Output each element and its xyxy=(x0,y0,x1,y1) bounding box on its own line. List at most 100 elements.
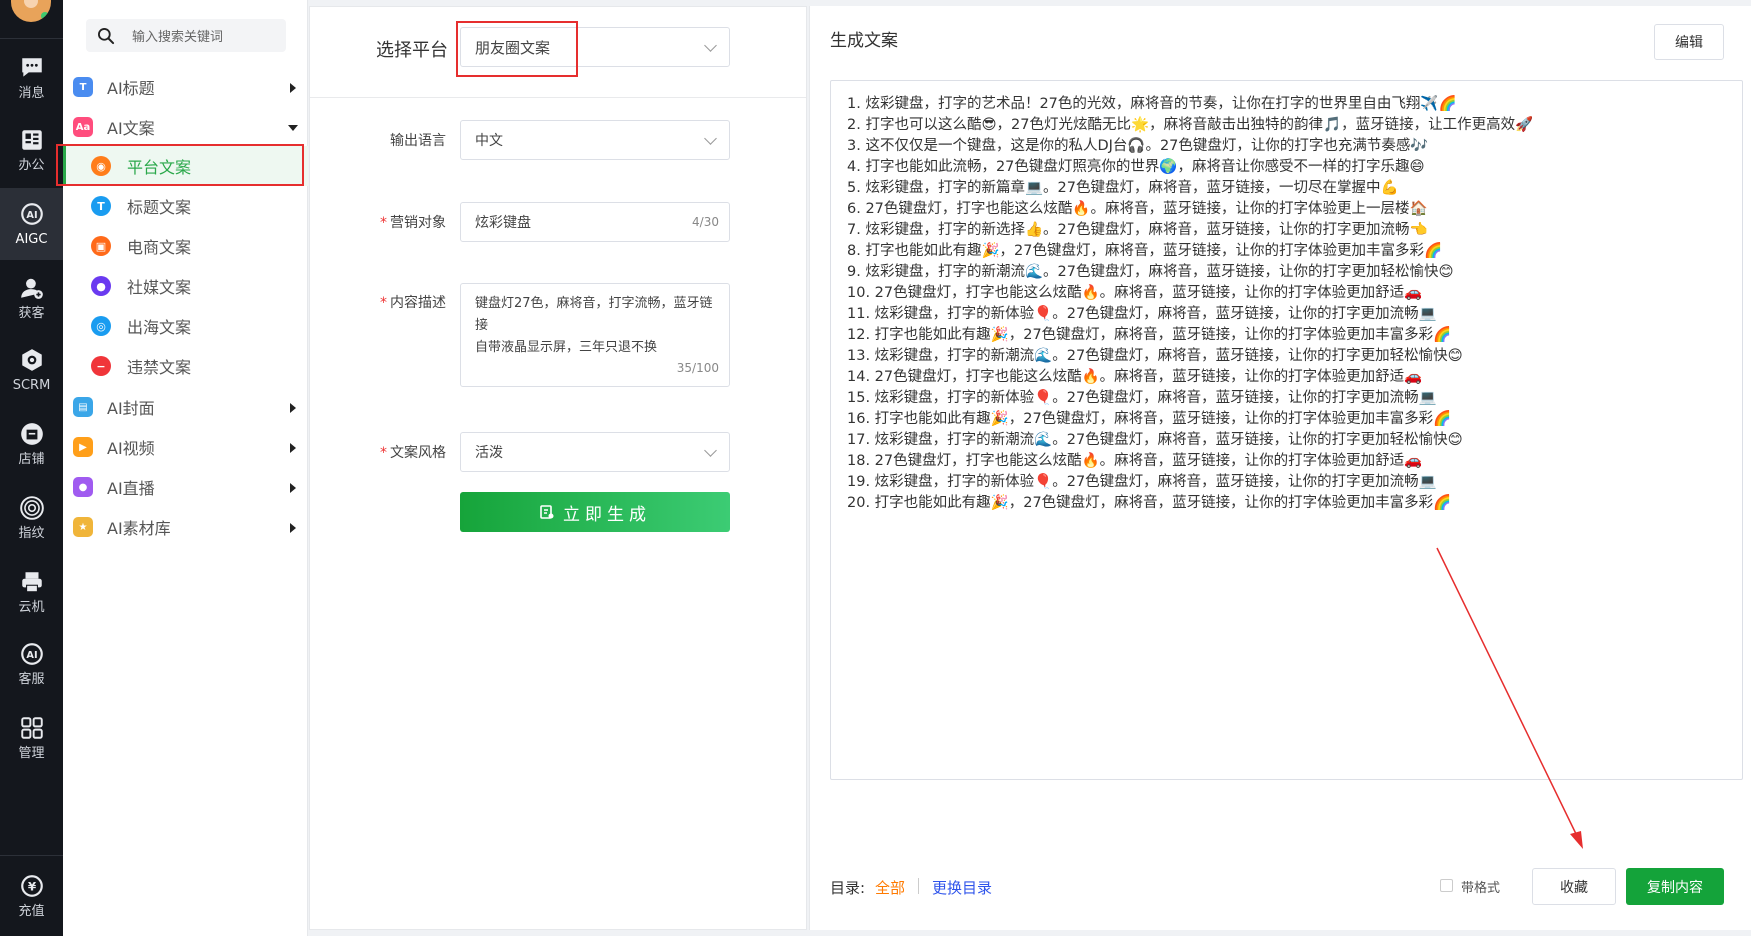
result-line: 12. 打字也能如此有趣🎉，27色键盘灯，麻将音，蓝牙链接，让你的打字体验更加丰… xyxy=(847,327,1452,343)
store-icon: ▣ xyxy=(91,236,111,256)
target-input[interactable]: 炫彩键盘 4/30 xyxy=(460,202,730,242)
menu-ai-live[interactable]: ● AI直播 xyxy=(63,467,308,507)
search-input[interactable]: 输入搜索关键词 xyxy=(86,19,286,52)
highlight-box-submenu xyxy=(56,144,304,186)
menu-ai-cover[interactable]: ▤ AI封面 xyxy=(63,387,308,427)
submenu-social-copy[interactable]: ● 社媒文案 xyxy=(63,266,308,306)
rail-label: 充值 xyxy=(18,904,45,919)
result-line: 17. 炫彩键盘，打字的新潮流🌊。27色键盘灯，麻将音，蓝牙链接，让你的打字更加… xyxy=(847,432,1463,448)
rail-label: SCRM xyxy=(12,378,51,393)
submenu-ecommerce-copy[interactable]: ▣ 电商文案 xyxy=(63,226,308,266)
rail-label: 办公 xyxy=(18,158,45,173)
rail-item-customers[interactable]: 获客 xyxy=(0,262,63,334)
copy-button[interactable]: 复制内容 xyxy=(1626,868,1724,905)
submenu-label: 违禁文案 xyxy=(127,358,192,377)
style-select[interactable]: 活泼 xyxy=(460,432,730,472)
language-select[interactable]: 中文 xyxy=(460,120,730,160)
online-status-dot xyxy=(41,12,49,20)
search-icon xyxy=(98,27,115,44)
caret-right-icon xyxy=(290,403,296,413)
result-line: 15. 炫彩键盘，打字的新体验🎈。27色键盘灯，麻将音，蓝牙链接，让你的打字更加… xyxy=(847,390,1437,406)
submenu-label: 社媒文案 xyxy=(127,278,192,297)
result-content[interactable]: 1. 炫彩键盘，打字的艺术品！27色的光效，麻将音的节奏，让你在打字的世界里自由… xyxy=(830,80,1743,780)
rail-item-recharge[interactable]: ¥ 充值 xyxy=(0,860,63,932)
ai-icon: AI xyxy=(20,203,43,225)
menu-ai-video[interactable]: ▶ AI视频 xyxy=(63,427,308,467)
desc-label: * 内容描述 xyxy=(380,295,446,311)
result-line: 9. 炫彩键盘，打字的新潮流🌊。27色键盘灯，麻将音，蓝牙链接，让你的打字更加轻… xyxy=(847,264,1454,280)
submenu-title-copy[interactable]: T 标题文案 xyxy=(63,186,308,226)
chevron-down-icon xyxy=(704,444,717,457)
ai-material-icon: ★ xyxy=(73,517,93,537)
ai-title-icon: T xyxy=(73,77,93,97)
avatar[interactable] xyxy=(11,0,51,22)
result-line: 8. 打字也能如此有趣🎉，27色键盘灯，麻将音，蓝牙链接，让你的打字体验更加丰富… xyxy=(847,243,1442,259)
change-directory-link[interactable]: 更换目录 xyxy=(932,877,992,898)
language-value: 中文 xyxy=(475,133,503,149)
rail-item-aigc[interactable]: AI AIGC xyxy=(0,188,63,260)
ai-cover-icon: ▤ xyxy=(73,397,93,417)
menu-ai-material[interactable]: ★ AI素材库 xyxy=(63,507,308,547)
menu-label: AI直播 xyxy=(107,479,155,498)
generate-icon xyxy=(540,505,554,519)
globe-icon: ◎ xyxy=(91,316,111,336)
copy-form: 选择平台 朋友圈文案 输出语言 中文 * 营销对象 炫彩键盘 4/30 * 内容描述… xyxy=(309,6,807,930)
generate-button[interactable]: 立即生成 xyxy=(460,492,730,532)
sidebar: 输入搜索关键词 T AI标题 Aa AI文案 ◉ 平台文案 T 标题文案 ▣ 电… xyxy=(63,0,308,936)
rail-divider xyxy=(0,855,63,856)
rail-item-shop[interactable]: 店铺 xyxy=(0,408,63,480)
caret-right-icon xyxy=(290,483,296,493)
submenu-overseas-copy[interactable]: ◎ 出海文案 xyxy=(63,306,308,346)
rail-label: 客服 xyxy=(18,672,45,687)
caret-down-icon xyxy=(288,125,298,131)
highlight-box-platform xyxy=(456,21,578,77)
desc-char-count: 35/100 xyxy=(676,361,719,375)
rail-item-message[interactable]: 消息 xyxy=(0,42,63,114)
submenu-label: 电商文案 xyxy=(127,238,192,257)
favorite-button[interactable]: 收藏 xyxy=(1532,868,1616,905)
result-line: 16. 打字也能如此有趣🎉，27色键盘灯，麻将音，蓝牙链接，让你的打字体验更加丰… xyxy=(847,411,1452,427)
yuan-coin-icon: ¥ xyxy=(20,875,43,897)
menu-label: AI封面 xyxy=(107,399,155,418)
generate-label: 立即生成 xyxy=(563,504,651,525)
prohibited-icon: − xyxy=(91,356,111,376)
menu-label: AI文案 xyxy=(107,119,155,138)
rail-item-support[interactable]: AI 客服 xyxy=(0,628,63,700)
rail-item-fingerprint[interactable]: 指纹 xyxy=(0,482,63,554)
shop-icon xyxy=(20,423,43,445)
result-line: 20. 打字也能如此有趣🎉，27色键盘灯，麻将音，蓝牙链接，让你的打字体验更加丰… xyxy=(847,495,1452,511)
ai-copy-icon: Aa xyxy=(73,117,93,137)
chevron-down-icon xyxy=(704,132,717,145)
platform-label: 选择平台 xyxy=(376,40,448,61)
rail-item-manage[interactable]: 管理 xyxy=(0,702,63,774)
directory-all-link[interactable]: 全部 xyxy=(875,877,905,898)
result-line: 1. 炫彩键盘，打字的艺术品！27色的光效，麻将音的节奏，让你在打字的世界里自由… xyxy=(847,96,1457,112)
submenu-label: 标题文案 xyxy=(127,198,192,217)
submenu-prohibited-copy[interactable]: − 违禁文案 xyxy=(63,346,308,386)
grid-icon xyxy=(20,717,43,739)
menu-ai-title[interactable]: T AI标题 xyxy=(63,67,308,107)
target-char-count: 4/30 xyxy=(692,215,719,229)
style-label: * 文案风格 xyxy=(380,445,446,461)
result-footer: 目录: 全部 更换目录 带格式 收藏 复制内容 xyxy=(830,868,1750,905)
format-label: 带格式 xyxy=(1461,881,1501,896)
result-line: 6. 27色键盘灯，打字也能这么炫酷🔥。麻将音，蓝牙链接，让你的打字体验更上一层… xyxy=(847,201,1428,217)
edit-button[interactable]: 编辑 xyxy=(1654,24,1724,60)
style-value: 活泼 xyxy=(475,445,503,461)
format-checkbox[interactable] xyxy=(1440,879,1453,892)
submenu-label: 出海文案 xyxy=(127,318,192,337)
menu-ai-copywriting[interactable]: Aa AI文案 xyxy=(63,107,308,147)
rail-item-scrm[interactable]: SCRM xyxy=(0,334,63,406)
result-line: 18. 27色键盘灯，打字也能这么炫酷🔥。麻将音，蓝牙链接，让你的打字体验更加舒… xyxy=(847,453,1423,469)
result-line: 5. 炫彩键盘，打字的新篇章💻。27色键盘灯，麻将音，蓝牙链接，一切尽在掌握中💪 xyxy=(847,180,1399,196)
rail-item-office[interactable]: 办公 xyxy=(0,114,63,186)
rail-label: 店铺 xyxy=(18,452,45,467)
desc-line: 键盘灯27色，麻将音，打字流畅，蓝牙链接 xyxy=(475,296,713,333)
desc-textarea[interactable]: 键盘灯27色，麻将音，打字流畅，蓝牙链接 自带液晶显示屏，三年只退不换 35/1… xyxy=(460,283,730,387)
rail-label: AIGC xyxy=(15,232,48,247)
ai-video-icon: ▶ xyxy=(73,437,93,457)
svg-text:AI: AI xyxy=(26,650,37,661)
result-line: 7. 炫彩键盘，打字的新选择👍。27色键盘灯，麻将音，蓝牙链接，让你的打字更加流… xyxy=(847,222,1428,238)
result-line: 14. 27色键盘灯，打字也能这么炫酷🔥。麻将音，蓝牙链接，让你的打字体验更加舒… xyxy=(847,369,1423,385)
rail-item-cloud-phone[interactable]: 云机 xyxy=(0,556,63,628)
